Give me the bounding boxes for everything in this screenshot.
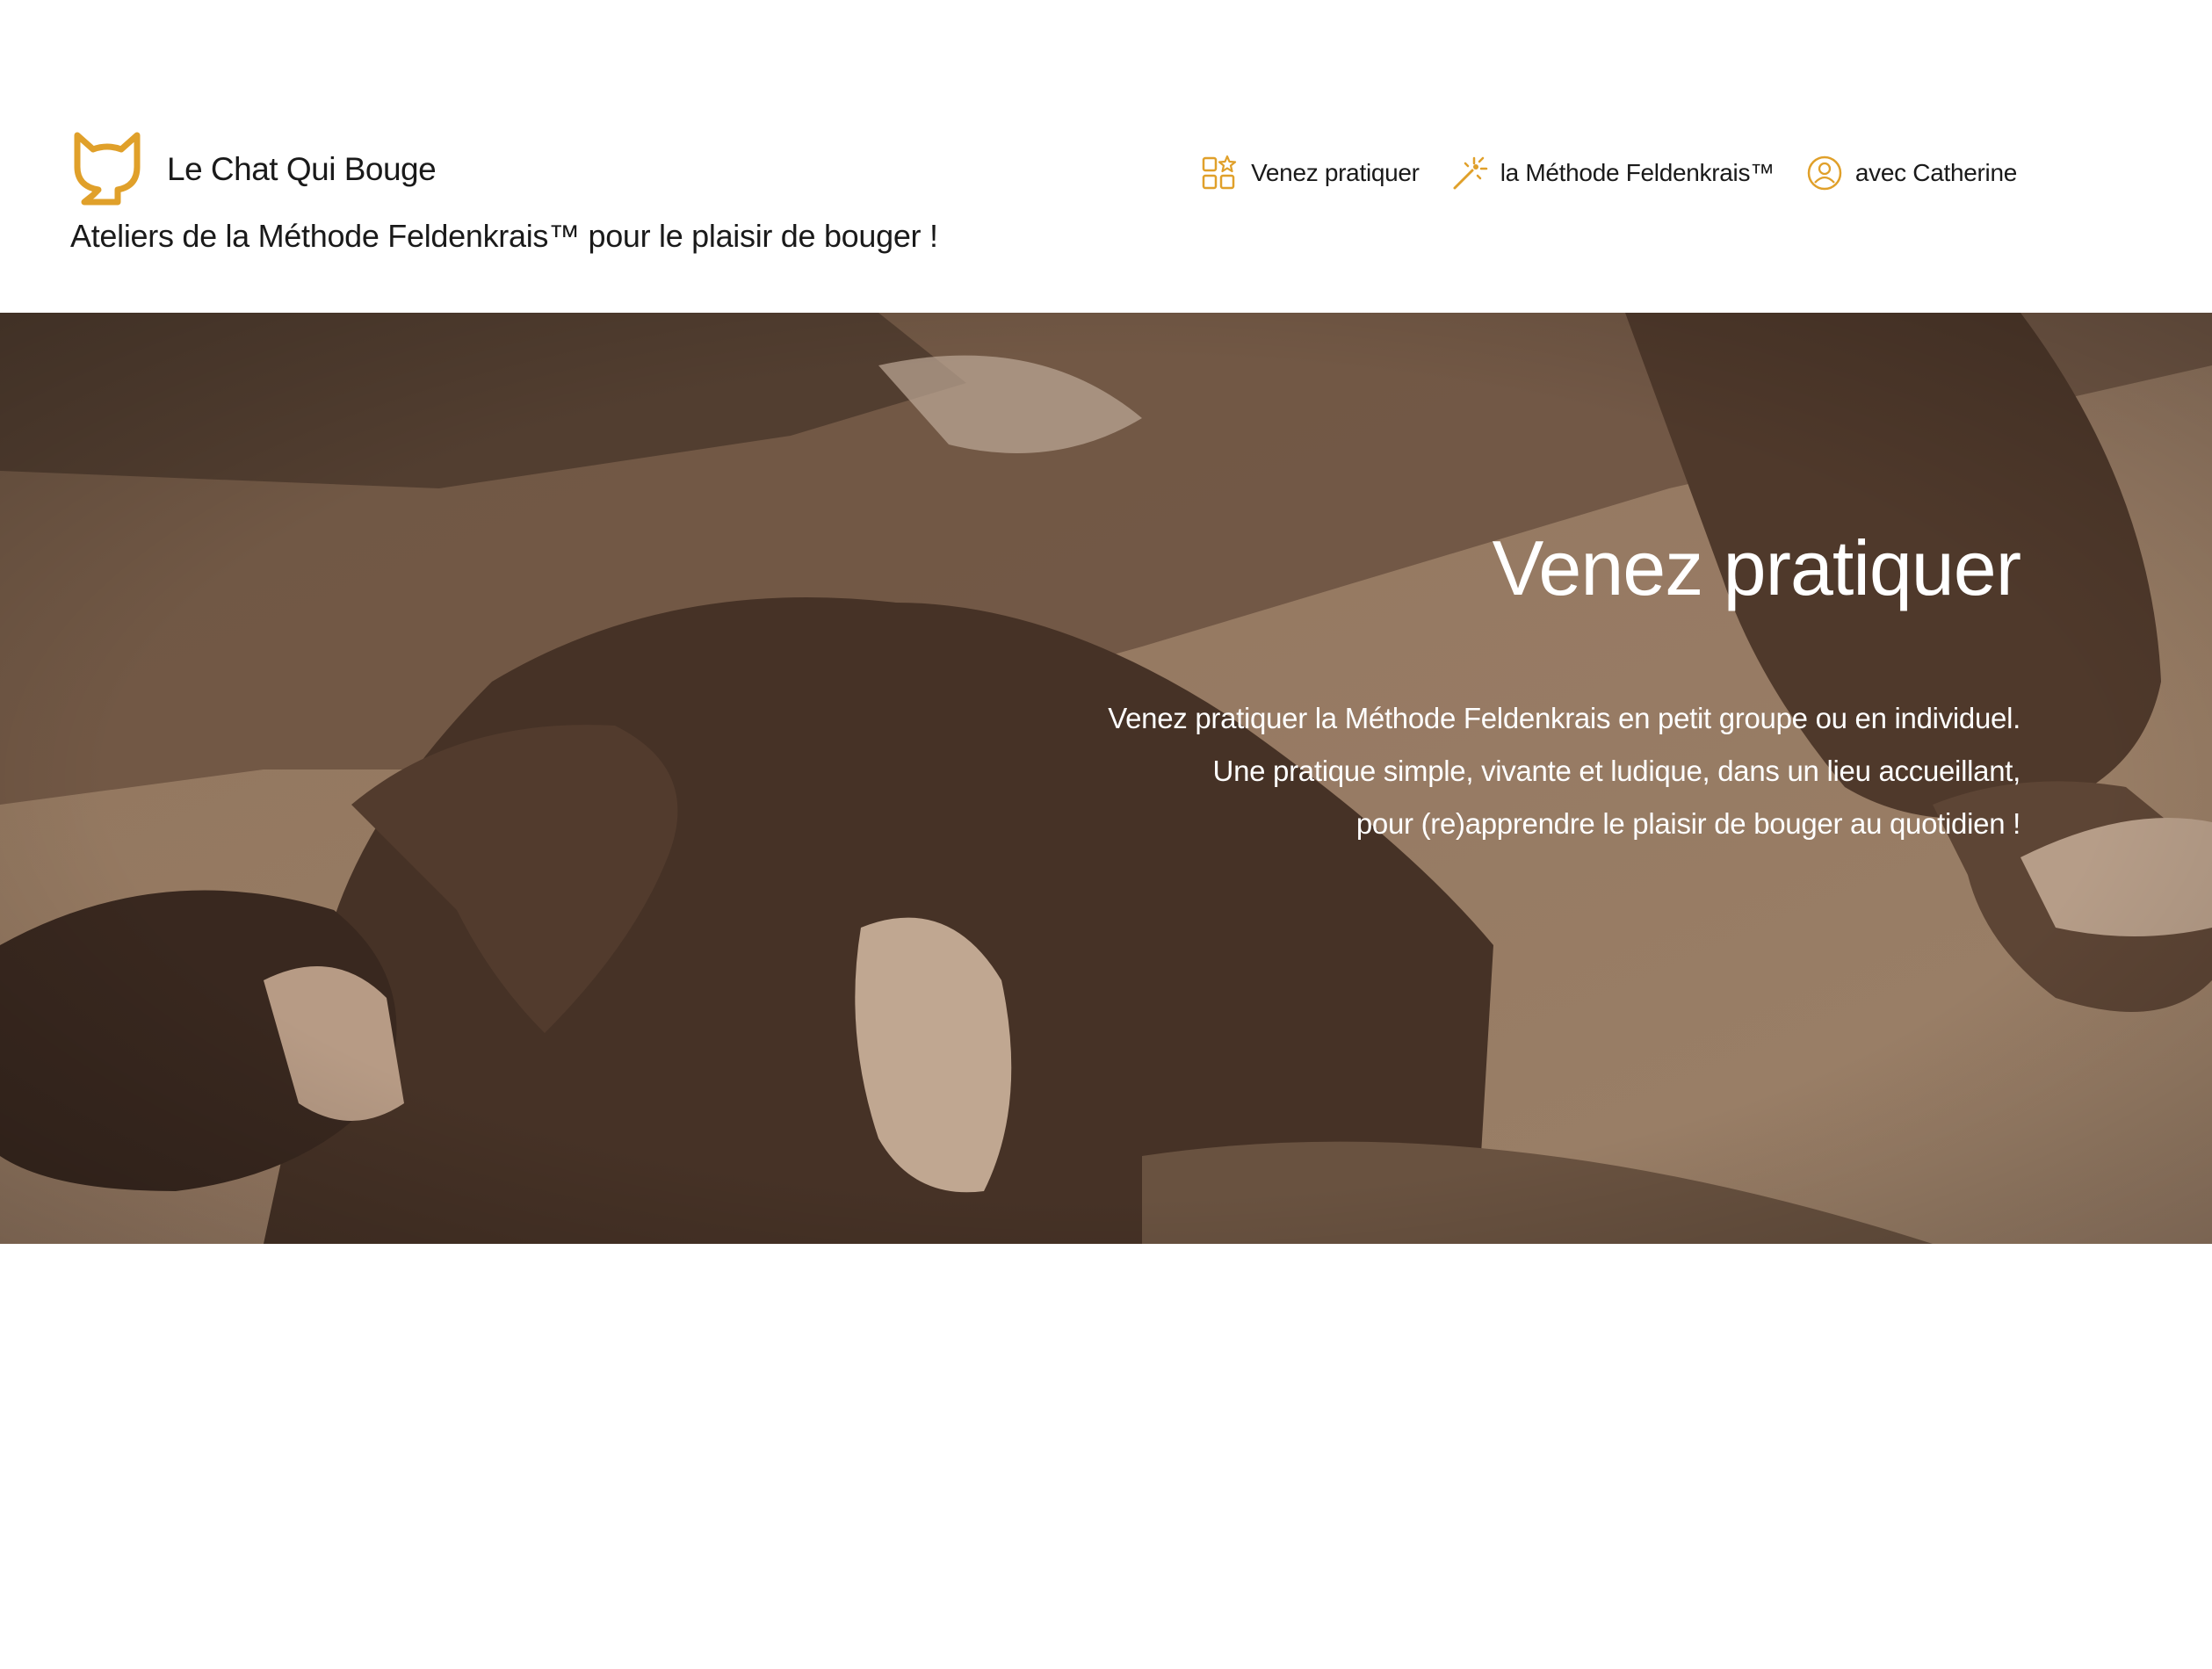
cat-head-icon [74,132,141,206]
nav-item-venez-pratiquer[interactable]: Venez pratiquer [1202,155,1420,191]
nav-item-label: Venez pratiquer [1251,159,1420,186]
main-nav: Venez pratiquer la Méthode Feldenkrais™ [1202,155,2017,191]
home-link[interactable]: Le Chat Qui Bouge [72,132,437,207]
hero-line: Une pratique simple, vivante et ludique,… [1212,755,2021,787]
site-header: Le Chat Qui Bouge Ateliers de la Méthode… [0,0,2212,313]
nav-item-methode-feldenkrais[interactable]: la Méthode Feldenkrais™ [1451,155,1775,191]
nav-item-label: avec Catherine [1854,159,2017,186]
hero-section: Venez pratiquer Venez pratiquer la Métho… [0,313,2212,1244]
page: Le Chat Qui Bouge Ateliers de la Méthode… [0,0,2212,1669]
nav-item-avec-catherine[interactable]: avec Catherine [1806,155,2017,191]
grid-star-icon [1202,155,1237,190]
hero-line: pour (re)apprendre le plaisir de bouger … [1355,807,2020,840]
hero-description: Venez pratiquer la Méthode Feldenkrais e… [1108,692,2020,850]
person-circle-icon [1807,155,1842,191]
hero-title: Venez pratiquer [1492,524,2021,611]
site-tagline: Ateliers de la Méthode Feldenkrais™ pour… [70,218,938,254]
magic-wand-icon [1453,156,1487,190]
hero-line: Venez pratiquer la Méthode Feldenkrais e… [1108,702,2020,734]
site-name: Le Chat Qui Bouge [167,151,437,187]
nav-item-label: la Méthode Feldenkrais™ [1500,159,1775,186]
